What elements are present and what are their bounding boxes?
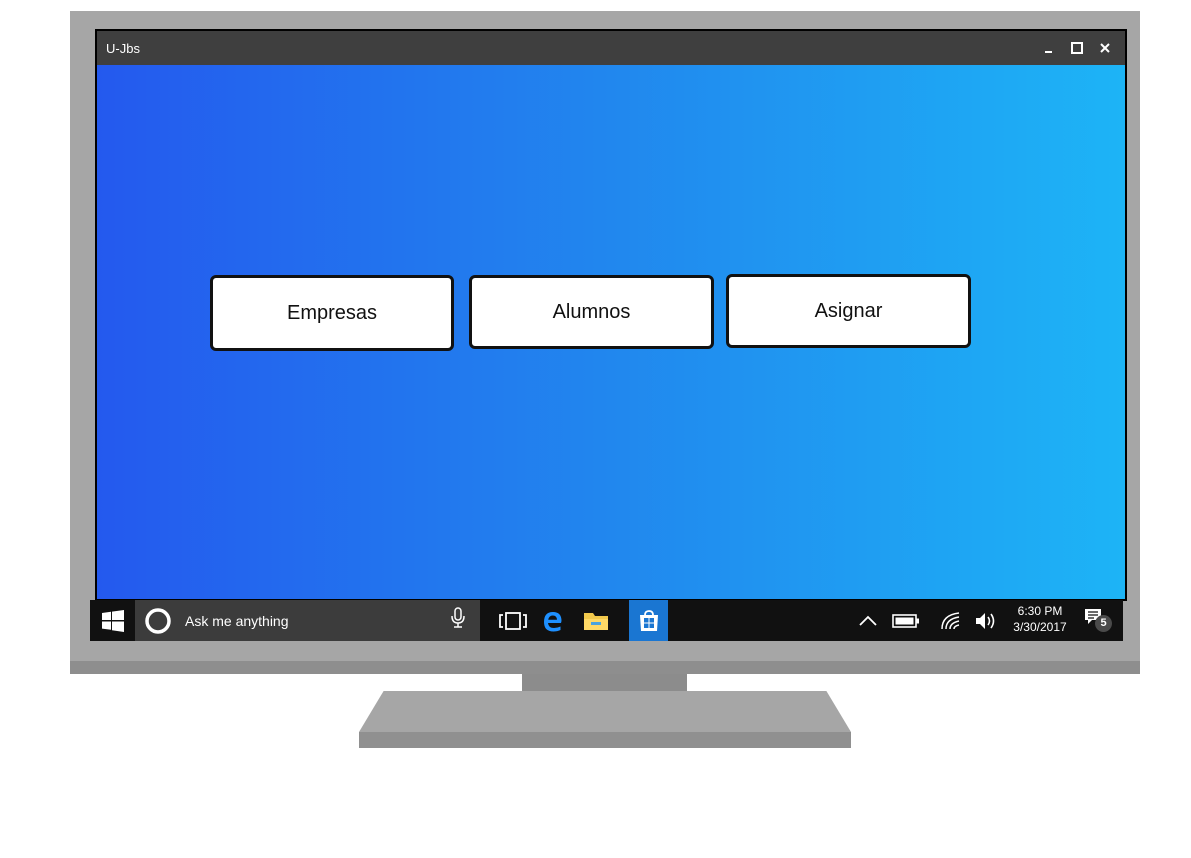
edge-browser-icon (544, 611, 562, 631)
alumnos-button[interactable]: Alumnos (469, 275, 714, 349)
chevron-up-icon (859, 615, 877, 626)
maximize-icon (1071, 42, 1083, 54)
microphone-icon (451, 607, 465, 628)
store-icon (639, 609, 658, 631)
app-window: U-Jbs Empresas Alumnos Asignar (97, 31, 1125, 599)
monitor-chin (70, 661, 1140, 674)
cortana-icon (145, 607, 171, 634)
window-title: U-Jbs (106, 40, 140, 56)
empresas-button[interactable]: Empresas (210, 275, 454, 351)
task-view-icon (499, 611, 527, 630)
wifi-button[interactable] (938, 600, 964, 641)
file-explorer-icon (584, 612, 608, 630)
taskbar: Ask me anything 6:30 PM 3/30/2017 5 (90, 600, 1123, 641)
edge-button[interactable] (536, 600, 570, 641)
close-button[interactable] (1097, 40, 1113, 56)
search-box[interactable]: Ask me anything (135, 600, 480, 641)
show-hidden-icons-button[interactable] (856, 600, 880, 641)
minimize-button[interactable] (1041, 40, 1057, 56)
window-controls (1041, 40, 1113, 56)
search-placeholder: Ask me anything (185, 612, 289, 629)
desktop-illustration: U-Jbs Empresas Alumnos Asignar Ask me an… (0, 0, 1191, 858)
app-content: Empresas Alumnos Asignar (97, 65, 1125, 599)
task-view-button[interactable] (493, 600, 533, 641)
volume-button[interactable] (974, 600, 1000, 641)
battery-button[interactable] (890, 600, 922, 641)
title-bar[interactable]: U-Jbs (97, 31, 1125, 65)
store-button[interactable] (629, 600, 668, 641)
start-button[interactable] (90, 600, 135, 641)
action-center-button[interactable]: 5 (1082, 600, 1114, 641)
action-center: 5 (1084, 608, 1112, 634)
monitor-stand-foot (359, 732, 851, 748)
asignar-button[interactable]: Asignar (726, 274, 971, 348)
volume-icon (976, 612, 995, 629)
clock[interactable]: 6:30 PM 3/30/2017 (1002, 603, 1078, 635)
battery-icon (892, 613, 919, 628)
wifi-icon (941, 611, 960, 629)
maximize-button[interactable] (1069, 40, 1085, 56)
clock-date: 3/30/2017 (1013, 620, 1067, 634)
clock-time: 6:30 PM (1017, 604, 1063, 618)
close-icon (1100, 43, 1110, 53)
microphone-button[interactable] (450, 607, 466, 634)
windows-start-icon (101, 609, 124, 632)
file-explorer-button[interactable] (579, 600, 613, 641)
notification-count-badge: 5 (1095, 614, 1112, 632)
monitor-stand-base (359, 691, 851, 732)
minimize-icon (1045, 51, 1052, 53)
